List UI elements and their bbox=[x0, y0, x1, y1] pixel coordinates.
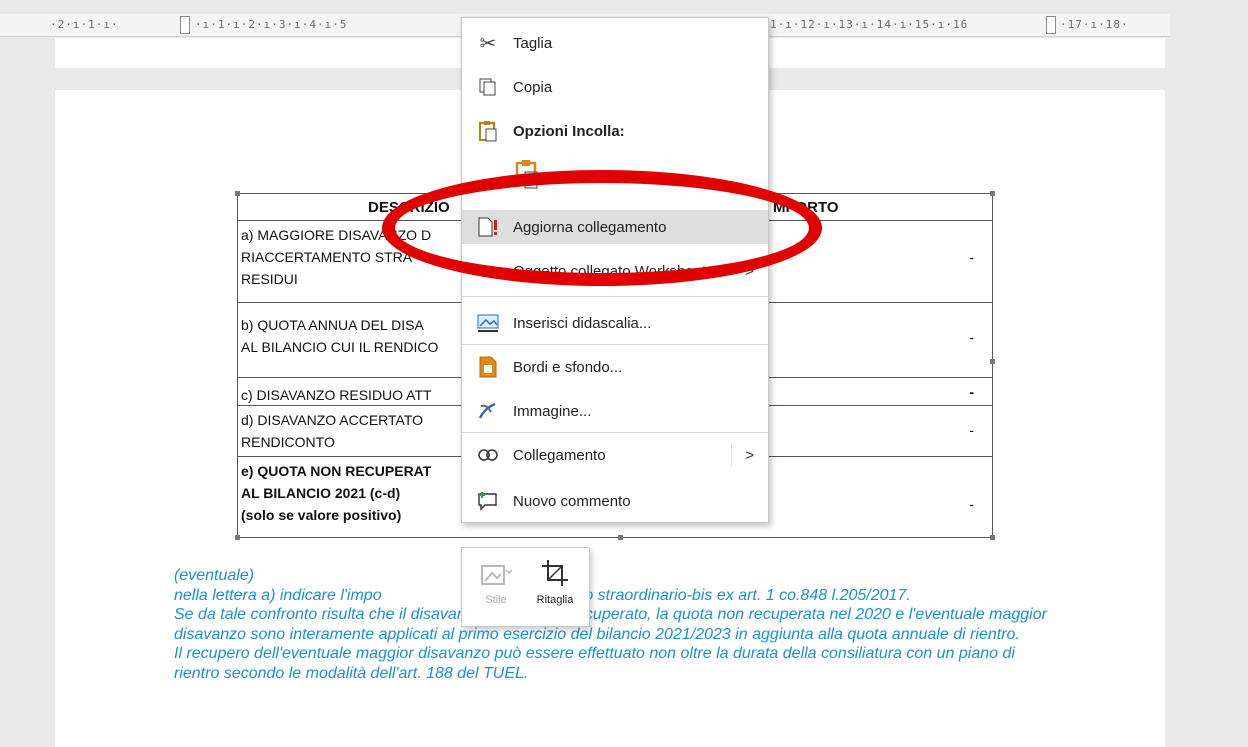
crop-button[interactable]: Ritaglia bbox=[528, 556, 582, 618]
highlight-oval bbox=[382, 170, 822, 286]
row-c-value: - bbox=[969, 384, 974, 400]
menu-item-insert-caption[interactable]: Inserisci didascalia... bbox=[462, 306, 768, 340]
menu-label: Opzioni Incolla: bbox=[513, 122, 625, 140]
resize-handle[interactable] bbox=[990, 535, 995, 540]
note-line: (eventuale) bbox=[174, 567, 255, 584]
row-b-text: b) QUOTA ANNUA DEL DISA AL BILANCIO CUI … bbox=[241, 317, 439, 355]
menu-separator bbox=[462, 296, 768, 297]
row-d-value: - bbox=[969, 422, 974, 438]
right-indent-marker[interactable] bbox=[1046, 16, 1056, 34]
row-b-value: - bbox=[969, 329, 974, 345]
menu-item-paste-options: Opzioni Incolla: bbox=[462, 114, 768, 148]
clipboard-icon bbox=[477, 120, 499, 142]
submenu-chevron-icon: > bbox=[745, 446, 754, 464]
copy-icon bbox=[477, 76, 499, 98]
menu-label: Immagine... bbox=[513, 402, 592, 420]
menu-item-copy[interactable]: Copia bbox=[462, 70, 768, 104]
resize-handle[interactable] bbox=[235, 191, 240, 196]
menu-label: Taglia bbox=[513, 34, 553, 52]
ruler-left-text: ·2·ı·1·ı· bbox=[50, 18, 119, 31]
note-line: nella lettera a) indicare l'impo la riac… bbox=[174, 586, 911, 604]
submenu-divider bbox=[731, 444, 732, 466]
menu-item-new-comment[interactable]: Nuovo commento bbox=[462, 484, 768, 518]
menu-label: Bordi e sfondo... bbox=[513, 358, 623, 376]
crop-label: Ritaglia bbox=[536, 594, 574, 606]
borders-icon bbox=[477, 356, 499, 378]
row-a-value: - bbox=[969, 249, 974, 265]
style-label: Stile bbox=[485, 594, 507, 606]
menu-label: Inserisci didascalia... bbox=[513, 314, 652, 332]
link-icon bbox=[477, 444, 499, 466]
ruler-far-text: ·17·ı·18· bbox=[1060, 18, 1129, 31]
style-button[interactable]: Stile bbox=[470, 556, 522, 618]
note-line: Se da tale confronto risulta che il disa… bbox=[174, 606, 1047, 643]
row-c-text: c) DISAVANZO RESIDUO ATT bbox=[241, 387, 432, 403]
menu-label: Copia bbox=[513, 78, 553, 96]
menu-item-borders[interactable]: Bordi e sfondo... bbox=[462, 350, 768, 384]
resize-handle[interactable] bbox=[990, 191, 995, 196]
menu-separator bbox=[462, 432, 768, 433]
menu-label: Nuovo commento bbox=[513, 492, 631, 510]
new-comment-icon bbox=[477, 490, 499, 512]
scissors-icon: ✂ bbox=[479, 32, 497, 55]
picture-style-icon bbox=[481, 565, 513, 585]
resize-handle[interactable] bbox=[235, 535, 240, 540]
format-picture-icon bbox=[477, 400, 499, 422]
blue-notes: (eventuale) nella lettera a) indicare l'… bbox=[174, 566, 1052, 683]
menu-item-link[interactable]: Collegamento > bbox=[462, 438, 768, 472]
resize-handle[interactable] bbox=[618, 535, 623, 540]
row-e-value: - bbox=[969, 496, 974, 512]
crop-icon bbox=[542, 560, 568, 586]
menu-separator bbox=[462, 344, 768, 345]
row-e-text: e) QUOTA NON RECUPERAT AL BILANCIO 2021 … bbox=[241, 463, 432, 523]
indent-marker[interactable] bbox=[180, 16, 190, 34]
row-d-text: d) DISAVANZO ACCERTATO RENDICONTO bbox=[241, 412, 424, 450]
ruler-mid-text: ·ı·1·ı·2·ı·3·ı·4·ı·5 bbox=[195, 18, 348, 31]
menu-item-image[interactable]: Immagine... bbox=[462, 394, 768, 428]
resize-handle[interactable] bbox=[990, 359, 995, 364]
mini-toolbar: Stile Ritaglia bbox=[461, 547, 590, 627]
note-line: Il recupero dell'eventuale maggior disav… bbox=[174, 645, 1015, 682]
ruler-right-text: 1·ı·12·ı·13·ı·14·ı·15·ı·16 bbox=[770, 18, 969, 31]
menu-item-cut[interactable]: ✂ Taglia bbox=[462, 26, 768, 60]
menu-label: Collegamento bbox=[513, 446, 606, 464]
caption-icon bbox=[477, 312, 499, 334]
